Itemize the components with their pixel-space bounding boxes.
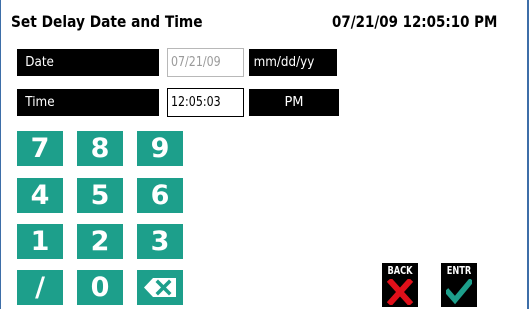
back-label: BACK: [387, 264, 413, 277]
checkmark-icon: [446, 279, 472, 305]
time-input[interactable]: 12:05:03: [167, 88, 244, 117]
key-3[interactable]: 3: [137, 224, 183, 259]
time-label-text: Time: [25, 95, 55, 110]
x-mark-icon: [387, 279, 413, 305]
key-slash[interactable]: /: [17, 270, 63, 305]
backspace-icon: [144, 278, 176, 297]
backspace-button[interactable]: [137, 270, 183, 305]
key-8[interactable]: 8: [77, 131, 123, 166]
delay-screen: Set Delay Date and Time 07/21/09 12:05:1…: [0, 0, 529, 309]
screen-title: Set Delay Date and Time: [11, 12, 203, 31]
back-button[interactable]: BACK: [382, 263, 418, 307]
key-6[interactable]: 6: [137, 178, 183, 213]
key-0[interactable]: 0: [77, 270, 123, 305]
date-format-text: mm/dd/yy: [253, 55, 315, 70]
key-2[interactable]: 2: [77, 224, 123, 259]
enter-button[interactable]: ENTR: [441, 263, 477, 307]
date-format-label: mm/dd/yy: [249, 49, 337, 76]
key-7[interactable]: 7: [17, 131, 63, 166]
time-label: Time: [17, 89, 159, 116]
time-value: 12:05:03: [171, 95, 221, 110]
frame-border-left: [0, 0, 1, 309]
current-datetime: 07/21/09 12:05:10 PM: [332, 12, 498, 31]
key-4[interactable]: 4: [17, 178, 63, 213]
meridiem-toggle[interactable]: PM: [249, 89, 339, 116]
enter-label: ENTR: [446, 264, 472, 277]
meridiem-text: PM: [284, 95, 304, 110]
date-label-text: Date: [25, 55, 54, 70]
key-1[interactable]: 1: [17, 224, 63, 259]
date-label: Date: [17, 49, 159, 76]
date-input[interactable]: 07/21/09: [167, 48, 244, 77]
key-5[interactable]: 5: [77, 178, 123, 213]
key-9[interactable]: 9: [137, 131, 183, 166]
date-value: 07/21/09: [171, 55, 221, 70]
